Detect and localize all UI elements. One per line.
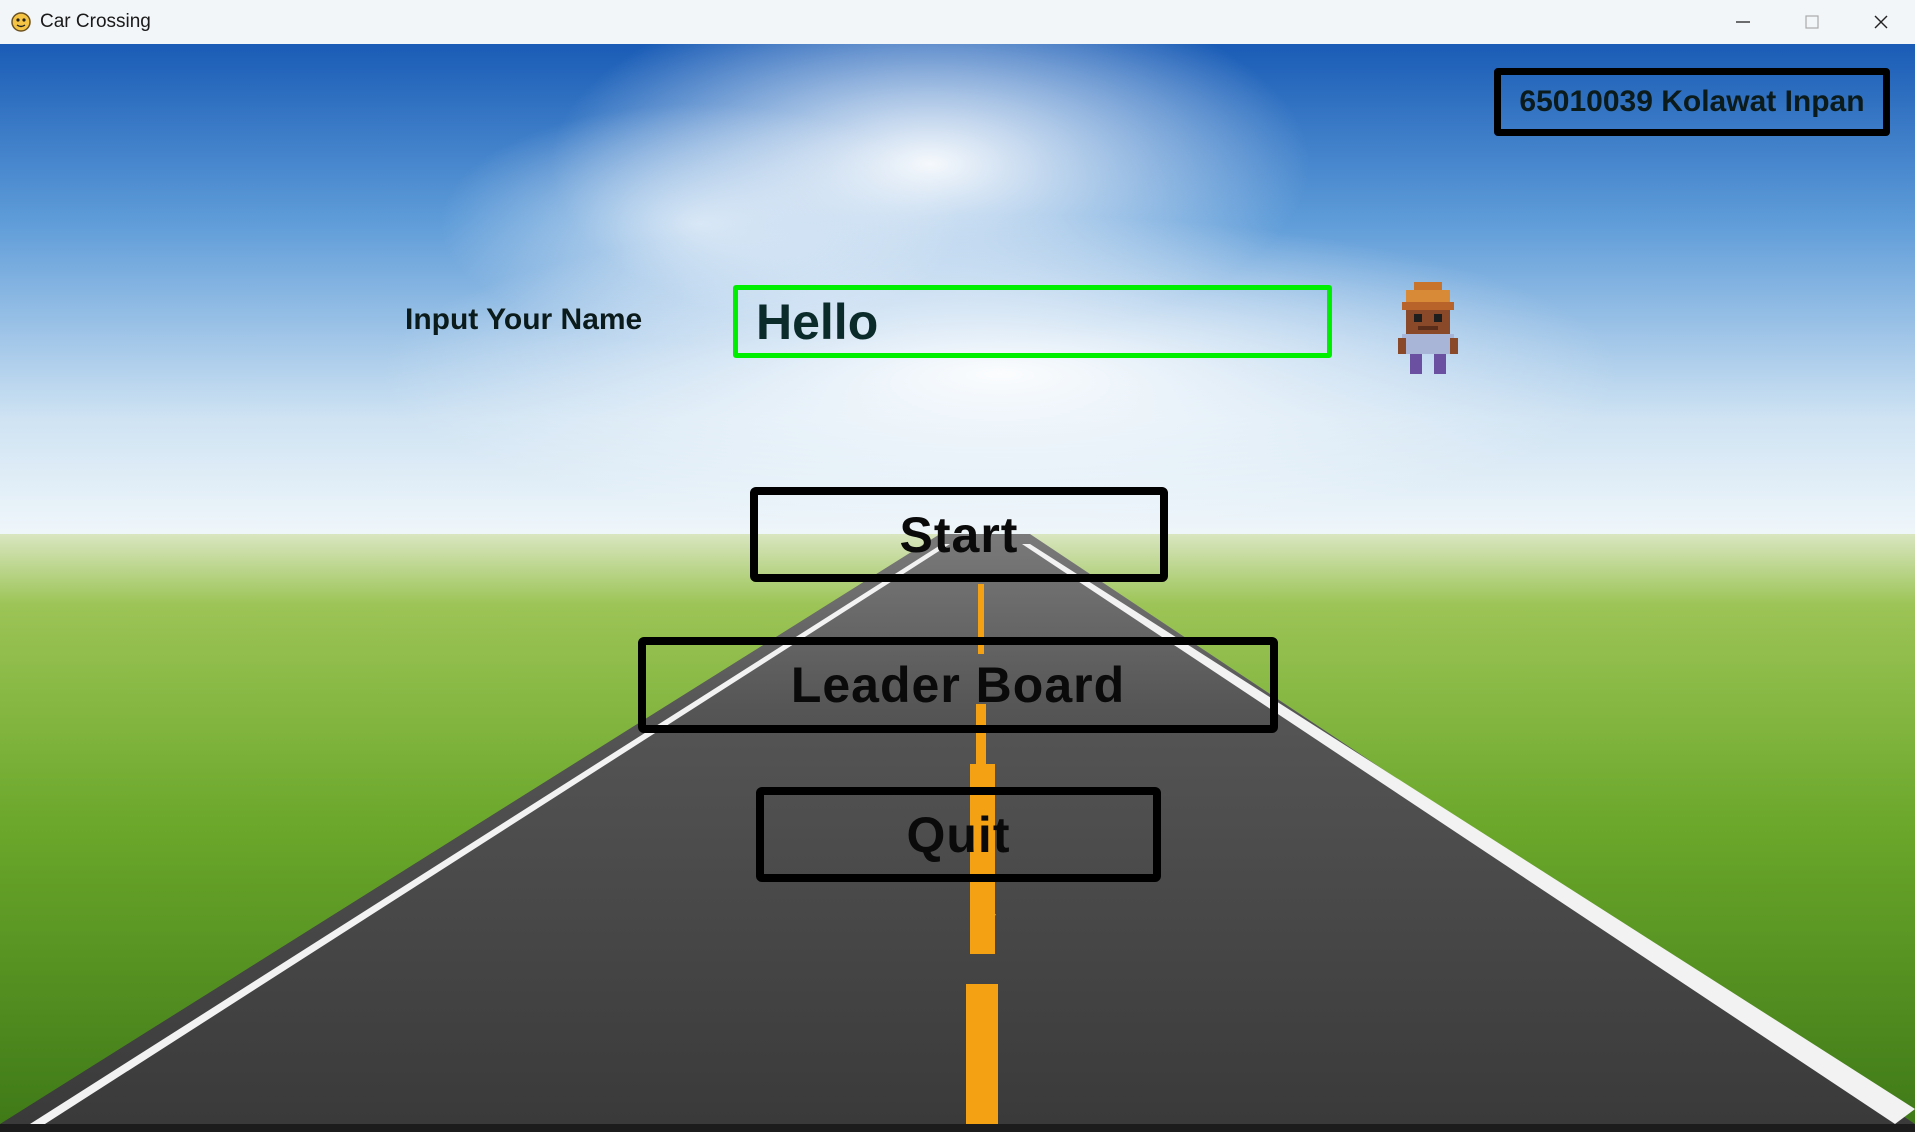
close-icon [1874,15,1888,29]
name-input-field[interactable]: Hello [733,285,1332,358]
minimize-button[interactable] [1709,0,1777,44]
name-prompt-label: Input Your Name [405,303,643,336]
quit-button[interactable]: Quit [756,787,1161,882]
python-snake-icon [11,12,31,32]
player-avatar-icon [1398,282,1458,374]
bottom-edge [0,1124,1915,1132]
game-scene: 65010039 Kolawat Inpan Input Your Name H… [0,44,1915,1124]
leaderboard-button[interactable]: Leader Board [638,637,1278,733]
minimize-icon [1736,21,1750,23]
close-button[interactable] [1847,0,1915,44]
maximize-button[interactable] [1778,0,1846,44]
maximize-icon [1805,15,1819,29]
start-button[interactable]: Start [750,487,1168,582]
window-title: Car Crossing [40,11,151,32]
window-titlebar: Car Crossing [0,0,1915,44]
road-background [0,44,1915,1124]
student-id-label: 65010039 Kolawat Inpan [1494,68,1890,136]
